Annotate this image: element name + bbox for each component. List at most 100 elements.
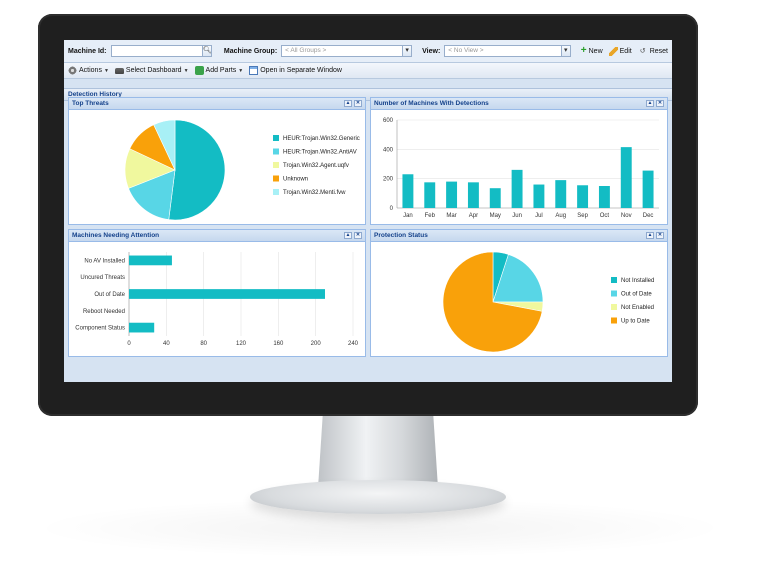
legend-swatch — [611, 317, 617, 324]
tab-strip — [64, 79, 672, 88]
close-icon[interactable]: ✕ — [354, 232, 362, 239]
bar — [533, 184, 545, 208]
toolbar: Actions ▼ Select Dashboard ▼ Add Parts ▼… — [64, 63, 672, 79]
edit-button[interactable]: Edit — [608, 46, 632, 56]
open-separate-window-button[interactable]: Open in Separate Window — [249, 66, 342, 75]
x-tick-label: Dec — [643, 213, 654, 219]
x-tick-label: Sep — [577, 213, 588, 219]
y-tick-label: Reboot Needed — [83, 309, 125, 315]
legend-swatch — [611, 304, 617, 310]
view-select[interactable]: < No View > ▾ — [444, 45, 571, 57]
panel-header: Number of Machines With Detections ▲ ✕ — [371, 98, 667, 110]
y-tick-label: 200 — [383, 177, 394, 183]
panel-header: Protection Status ▲ ✕ — [371, 230, 667, 242]
collapse-icon[interactable]: ▲ — [344, 232, 352, 239]
panel-title: Machines Needing Attention — [72, 232, 160, 239]
dropdown-arrow-icon: ▼ — [238, 67, 244, 74]
bar — [446, 181, 458, 208]
bar — [555, 180, 567, 208]
pie-slice — [168, 119, 226, 221]
x-tick-label: 160 — [273, 341, 284, 347]
protection-status-panel: Protection Status ▲ ✕ Not Installed Out o… — [370, 229, 668, 357]
machine-group-label: Machine Group: — [223, 47, 278, 55]
machine-group-select[interactable]: < All Groups > ▾ — [281, 45, 413, 57]
bar — [129, 289, 325, 299]
select-dashboard-button[interactable]: Select Dashboard ▼ — [114, 67, 189, 74]
y-tick-label: 600 — [383, 118, 394, 124]
x-tick-label: Jan — [403, 213, 413, 219]
bar — [642, 170, 654, 208]
legend-swatch — [611, 290, 617, 297]
bar — [489, 188, 501, 208]
bar — [511, 169, 523, 208]
machine-group-value: < All Groups > — [285, 47, 327, 54]
monitor-stand-base — [250, 480, 506, 514]
search-icon[interactable]: 🔍︎ — [201, 45, 212, 57]
bar — [402, 174, 414, 208]
x-tick-label: Oct — [600, 213, 610, 219]
legend-label: Out of Date — [621, 292, 652, 298]
bar — [467, 182, 479, 208]
x-tick-label: 120 — [236, 341, 247, 347]
add-parts-button[interactable]: Add Parts ▼ — [194, 66, 244, 75]
attention-bar-chart: 0 40 80 120 160 200 240 No AV Installed Uncured … — [75, 252, 359, 347]
view-value: < No View > — [448, 47, 484, 54]
x-tick-label: Nov — [621, 213, 632, 219]
puzzle-icon — [194, 66, 204, 75]
reset-label: Reset — [649, 47, 668, 55]
filter-bar: Machine Id: 🔍︎ Machine Group: < All Grou… — [64, 40, 672, 63]
close-icon[interactable]: ✕ — [656, 100, 664, 107]
collapse-icon[interactable]: ▲ — [646, 100, 654, 107]
collapse-icon[interactable]: ▲ — [646, 232, 654, 239]
legend-label: Trojan.Win32.Menti.fvw — [283, 190, 346, 196]
x-tick-label: Mar — [446, 213, 456, 219]
chevron-down-icon[interactable]: ▾ — [560, 45, 571, 57]
x-tick-label: Jun — [512, 213, 522, 219]
panel-header: Top Threats ▲ ✕ — [69, 98, 365, 110]
select-dashboard-label: Select Dashboard — [125, 67, 182, 74]
legend-swatch — [273, 135, 279, 141]
x-tick-label: Feb — [425, 213, 436, 219]
panel-header: Machines Needing Attention ▲ ✕ — [69, 230, 365, 242]
open-window-label: Open in Separate Window — [260, 67, 342, 74]
x-tick-label: 80 — [200, 341, 207, 347]
bar — [129, 255, 172, 266]
window-icon — [249, 66, 259, 75]
y-tick-label: 400 — [383, 147, 394, 153]
y-tick-label: Component Status — [75, 326, 125, 332]
reset-button[interactable]: ↺ Reset — [638, 47, 668, 56]
bar — [598, 186, 610, 208]
new-button[interactable]: + New — [581, 46, 603, 56]
collapse-icon[interactable]: ▲ — [344, 100, 352, 107]
bar — [577, 185, 589, 208]
bar — [129, 322, 155, 333]
legend-label: HEUR:Trojan.Win32.AntiAV — [283, 150, 357, 156]
legend-swatch — [273, 162, 279, 168]
panel-title: Top Threats — [72, 100, 109, 107]
machines-with-detections-panel: Number of Machines With Detections ▲ ✕ 0… — [370, 97, 668, 225]
dropdown-arrow-icon: ▼ — [103, 67, 109, 74]
chevron-down-icon[interactable]: ▾ — [402, 45, 413, 57]
legend-label: Unknown — [283, 177, 308, 183]
edit-label: Edit — [619, 47, 632, 55]
y-tick-label: 0 — [390, 206, 394, 212]
actions-menu-button[interactable]: Actions ▼ — [68, 66, 109, 75]
close-icon[interactable]: ✕ — [354, 100, 362, 107]
x-tick-label: 0 — [127, 341, 131, 347]
actions-label: Actions — [79, 67, 102, 74]
legend-swatch — [273, 148, 279, 155]
add-parts-label: Add Parts — [205, 67, 237, 74]
protection-status-pie-chart: Not Installed Out of Date Not Enabled Up to… — [442, 251, 654, 353]
gear-icon — [68, 66, 77, 75]
close-icon[interactable]: ✕ — [656, 232, 664, 239]
machine-id-input[interactable]: 🔍︎ — [110, 45, 212, 57]
y-tick-label: Out of Date — [94, 292, 125, 298]
bar — [424, 182, 436, 208]
dropdown-arrow-icon: ▼ — [183, 67, 189, 74]
x-tick-label: May — [490, 213, 501, 219]
y-tick-label: No AV Installed — [84, 258, 125, 264]
view-label: View: — [422, 47, 441, 55]
reset-icon: ↺ — [639, 47, 646, 55]
legend-swatch — [611, 277, 617, 283]
x-tick-label: Jul — [535, 213, 543, 219]
